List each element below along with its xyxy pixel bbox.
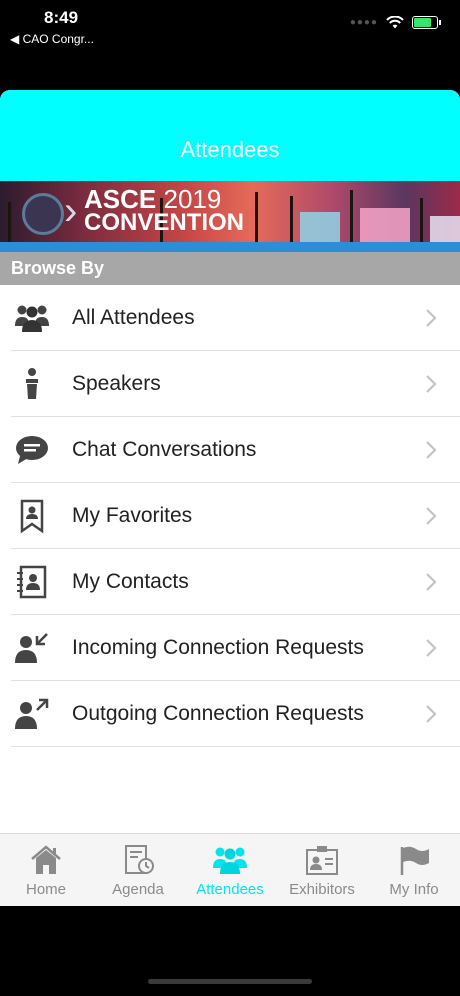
tab-label: My Info	[389, 881, 439, 898]
tab-bar: Home Agenda Attendees Exhibitors My Info	[0, 833, 460, 906]
nav-header: Attendees	[0, 90, 460, 181]
item-label: Chat Conversations	[72, 438, 257, 461]
tab-label: Attendees	[196, 881, 264, 898]
tab-exhibitors[interactable]: Exhibitors	[276, 834, 368, 906]
chevron-right-icon	[426, 441, 437, 459]
status-icons: ●●●●	[349, 16, 441, 29]
event-banner: › ASCE 2019 CONVENTION	[0, 181, 460, 242]
chat-bubble-icon	[14, 432, 50, 468]
tab-agenda[interactable]: Agenda	[92, 834, 184, 906]
favorite-bookmark-icon	[14, 498, 50, 534]
wifi-icon	[386, 16, 404, 29]
tab-label: Exhibitors	[289, 881, 355, 898]
chevron-right-icon	[426, 573, 437, 591]
tab-label: Home	[25, 881, 66, 898]
item-label: Incoming Connection Requests	[72, 636, 364, 659]
incoming-request-icon	[14, 630, 50, 666]
exhibitors-icon	[306, 846, 338, 875]
app-screen: Attendees › ASCE 2019 CONVENTION Browse …	[0, 90, 460, 906]
status-time: 8:49	[44, 8, 79, 27]
tab-my-info[interactable]: My Info	[368, 834, 460, 906]
chevron-right-icon: ›	[64, 189, 78, 233]
flag-icon	[400, 846, 429, 875]
chevron-right-icon	[426, 309, 437, 327]
page-title: Attendees	[180, 136, 280, 162]
speaker-podium-icon	[14, 366, 50, 402]
accent-strip	[0, 242, 460, 252]
tab-label: Agenda	[112, 881, 164, 898]
list-item-all-attendees[interactable]: All Attendees	[0, 285, 460, 351]
list-item-speakers[interactable]: Speakers	[0, 351, 460, 417]
section-header: Browse By	[0, 252, 460, 285]
banner-convention: CONVENTION	[84, 209, 245, 236]
list-item-chat-conversations[interactable]: Chat Conversations	[0, 417, 460, 483]
home-indicator[interactable]	[148, 979, 312, 984]
battery-icon	[412, 16, 441, 29]
list-item-my-favorites[interactable]: My Favorites	[0, 483, 460, 549]
agenda-icon	[125, 845, 154, 874]
outgoing-request-icon	[14, 696, 50, 732]
back-to-app-link[interactable]: ◀ CAO Congr...	[10, 32, 94, 46]
signal-icon: ●●●●	[349, 17, 378, 28]
item-label: All Attendees	[72, 306, 195, 329]
group-icon	[14, 300, 50, 336]
home-icon	[31, 845, 61, 874]
list-item-outgoing-requests[interactable]: Outgoing Connection Requests	[0, 681, 460, 747]
status-bar: 8:49 ◀ CAO Congr... ●●●●	[0, 0, 460, 60]
list-item-my-contacts[interactable]: My Contacts	[0, 549, 460, 615]
tab-home[interactable]: Home	[0, 834, 92, 906]
event-logo-icon	[22, 193, 64, 235]
item-label: Speakers	[72, 372, 161, 395]
contact-book-icon	[14, 564, 50, 600]
browse-list: All Attendees Speakers Chat Conversation…	[0, 285, 460, 747]
chevron-right-icon	[426, 507, 437, 525]
tab-attendees[interactable]: Attendees	[184, 834, 276, 906]
list-item-incoming-requests[interactable]: Incoming Connection Requests	[0, 615, 460, 681]
item-label: My Favorites	[72, 504, 193, 527]
chevron-right-icon	[426, 705, 437, 723]
item-label: Outgoing Connection Requests	[72, 702, 364, 725]
item-label: My Contacts	[72, 570, 189, 593]
attendees-icon	[213, 847, 247, 874]
chevron-right-icon	[426, 375, 437, 393]
chevron-right-icon	[426, 639, 437, 657]
